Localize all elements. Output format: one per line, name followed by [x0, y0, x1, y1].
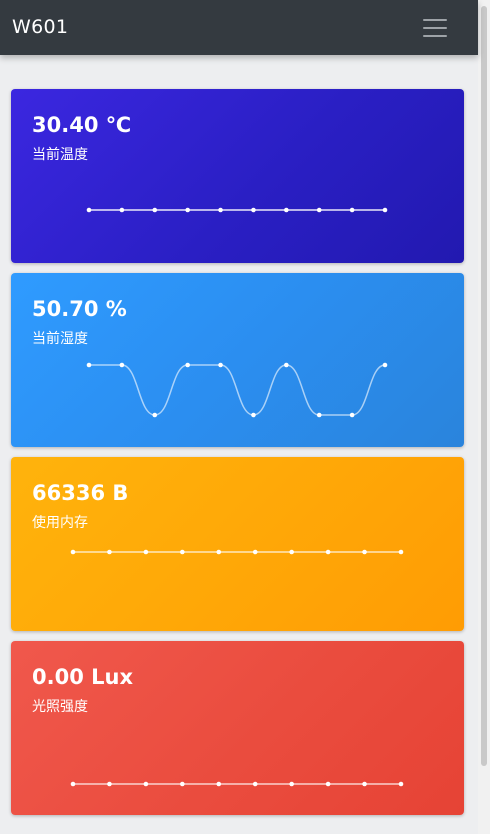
menu-bar-line	[423, 19, 447, 21]
light-card: 0.00 Lux 光照强度	[11, 641, 464, 815]
humidity-sparkline-point	[382, 362, 388, 368]
light-sparkline	[70, 781, 404, 787]
temperature-sparkline-point	[185, 207, 190, 213]
brand-title[interactable]: W601	[12, 15, 68, 39]
temperature-sparkline-point	[349, 207, 355, 213]
temperature-sparkline-point	[284, 207, 289, 213]
light-sparkline-point	[362, 781, 367, 787]
humidity-card: 50.70 % 当前湿度	[11, 273, 464, 447]
memory-sparkline-point	[180, 549, 185, 555]
light-sparkline-point	[107, 781, 112, 787]
humidity-sparkline-point	[152, 412, 158, 418]
scrollbar-thumb[interactable]	[481, 6, 487, 766]
humidity-sparkline-point	[316, 412, 322, 418]
memory-sparkline-point	[70, 549, 76, 555]
light-sparkline-point	[143, 781, 149, 787]
memory-sparkline-point	[216, 549, 222, 555]
temperature-sparkline-point	[251, 207, 256, 213]
humidity-sparkline-point	[86, 362, 92, 368]
humidity-sparkline-point	[119, 362, 125, 368]
humidity-sparkline	[86, 362, 388, 418]
memory-sparkline-point	[107, 549, 112, 555]
light-sparkline-point	[252, 781, 258, 787]
temperature-sparkline-point	[218, 207, 223, 213]
temperature-sparkline-point	[152, 207, 158, 213]
memory-card: 66336 B 使用内存	[11, 457, 464, 631]
temperature-sparkline	[86, 207, 388, 213]
light-sparkline-point	[325, 781, 331, 787]
temperature-sparkline-point	[119, 207, 125, 213]
light-sparkline-point	[398, 781, 404, 787]
menu-bar-line	[423, 35, 447, 37]
humidity-sparkline-point	[218, 362, 223, 368]
memory-sparkline-point	[325, 549, 331, 555]
temperature-sparkline-point	[382, 207, 388, 213]
humidity-sparkline-point	[284, 362, 289, 368]
temperature-sparkline-point	[86, 207, 92, 213]
top-navbar: W601	[0, 0, 478, 55]
humidity-sparkline-point	[185, 362, 190, 368]
light-sparkline-point	[289, 781, 294, 787]
page-scrollbar[interactable]	[478, 0, 490, 834]
memory-sparkline-point	[398, 549, 404, 555]
memory-sparkline-point	[289, 549, 294, 555]
humidity-sparkline-point	[349, 412, 355, 418]
memory-sparkline-point	[252, 549, 258, 555]
temperature-card: 30.40 ℃ 当前温度	[11, 89, 464, 263]
memory-sparkline	[70, 549, 404, 555]
memory-sparkline-point	[362, 549, 367, 555]
hamburger-menu-icon[interactable]	[410, 11, 458, 43]
humidity-sparkline-point	[251, 412, 256, 418]
menu-bar-line	[423, 27, 447, 29]
light-sparkline-point	[216, 781, 222, 787]
light-sparkline-point	[70, 781, 76, 787]
temperature-sparkline-point	[316, 207, 322, 213]
humidity-sparkline-line	[89, 364, 386, 416]
light-sparkline-point	[180, 781, 185, 787]
memory-sparkline-point	[143, 549, 149, 555]
